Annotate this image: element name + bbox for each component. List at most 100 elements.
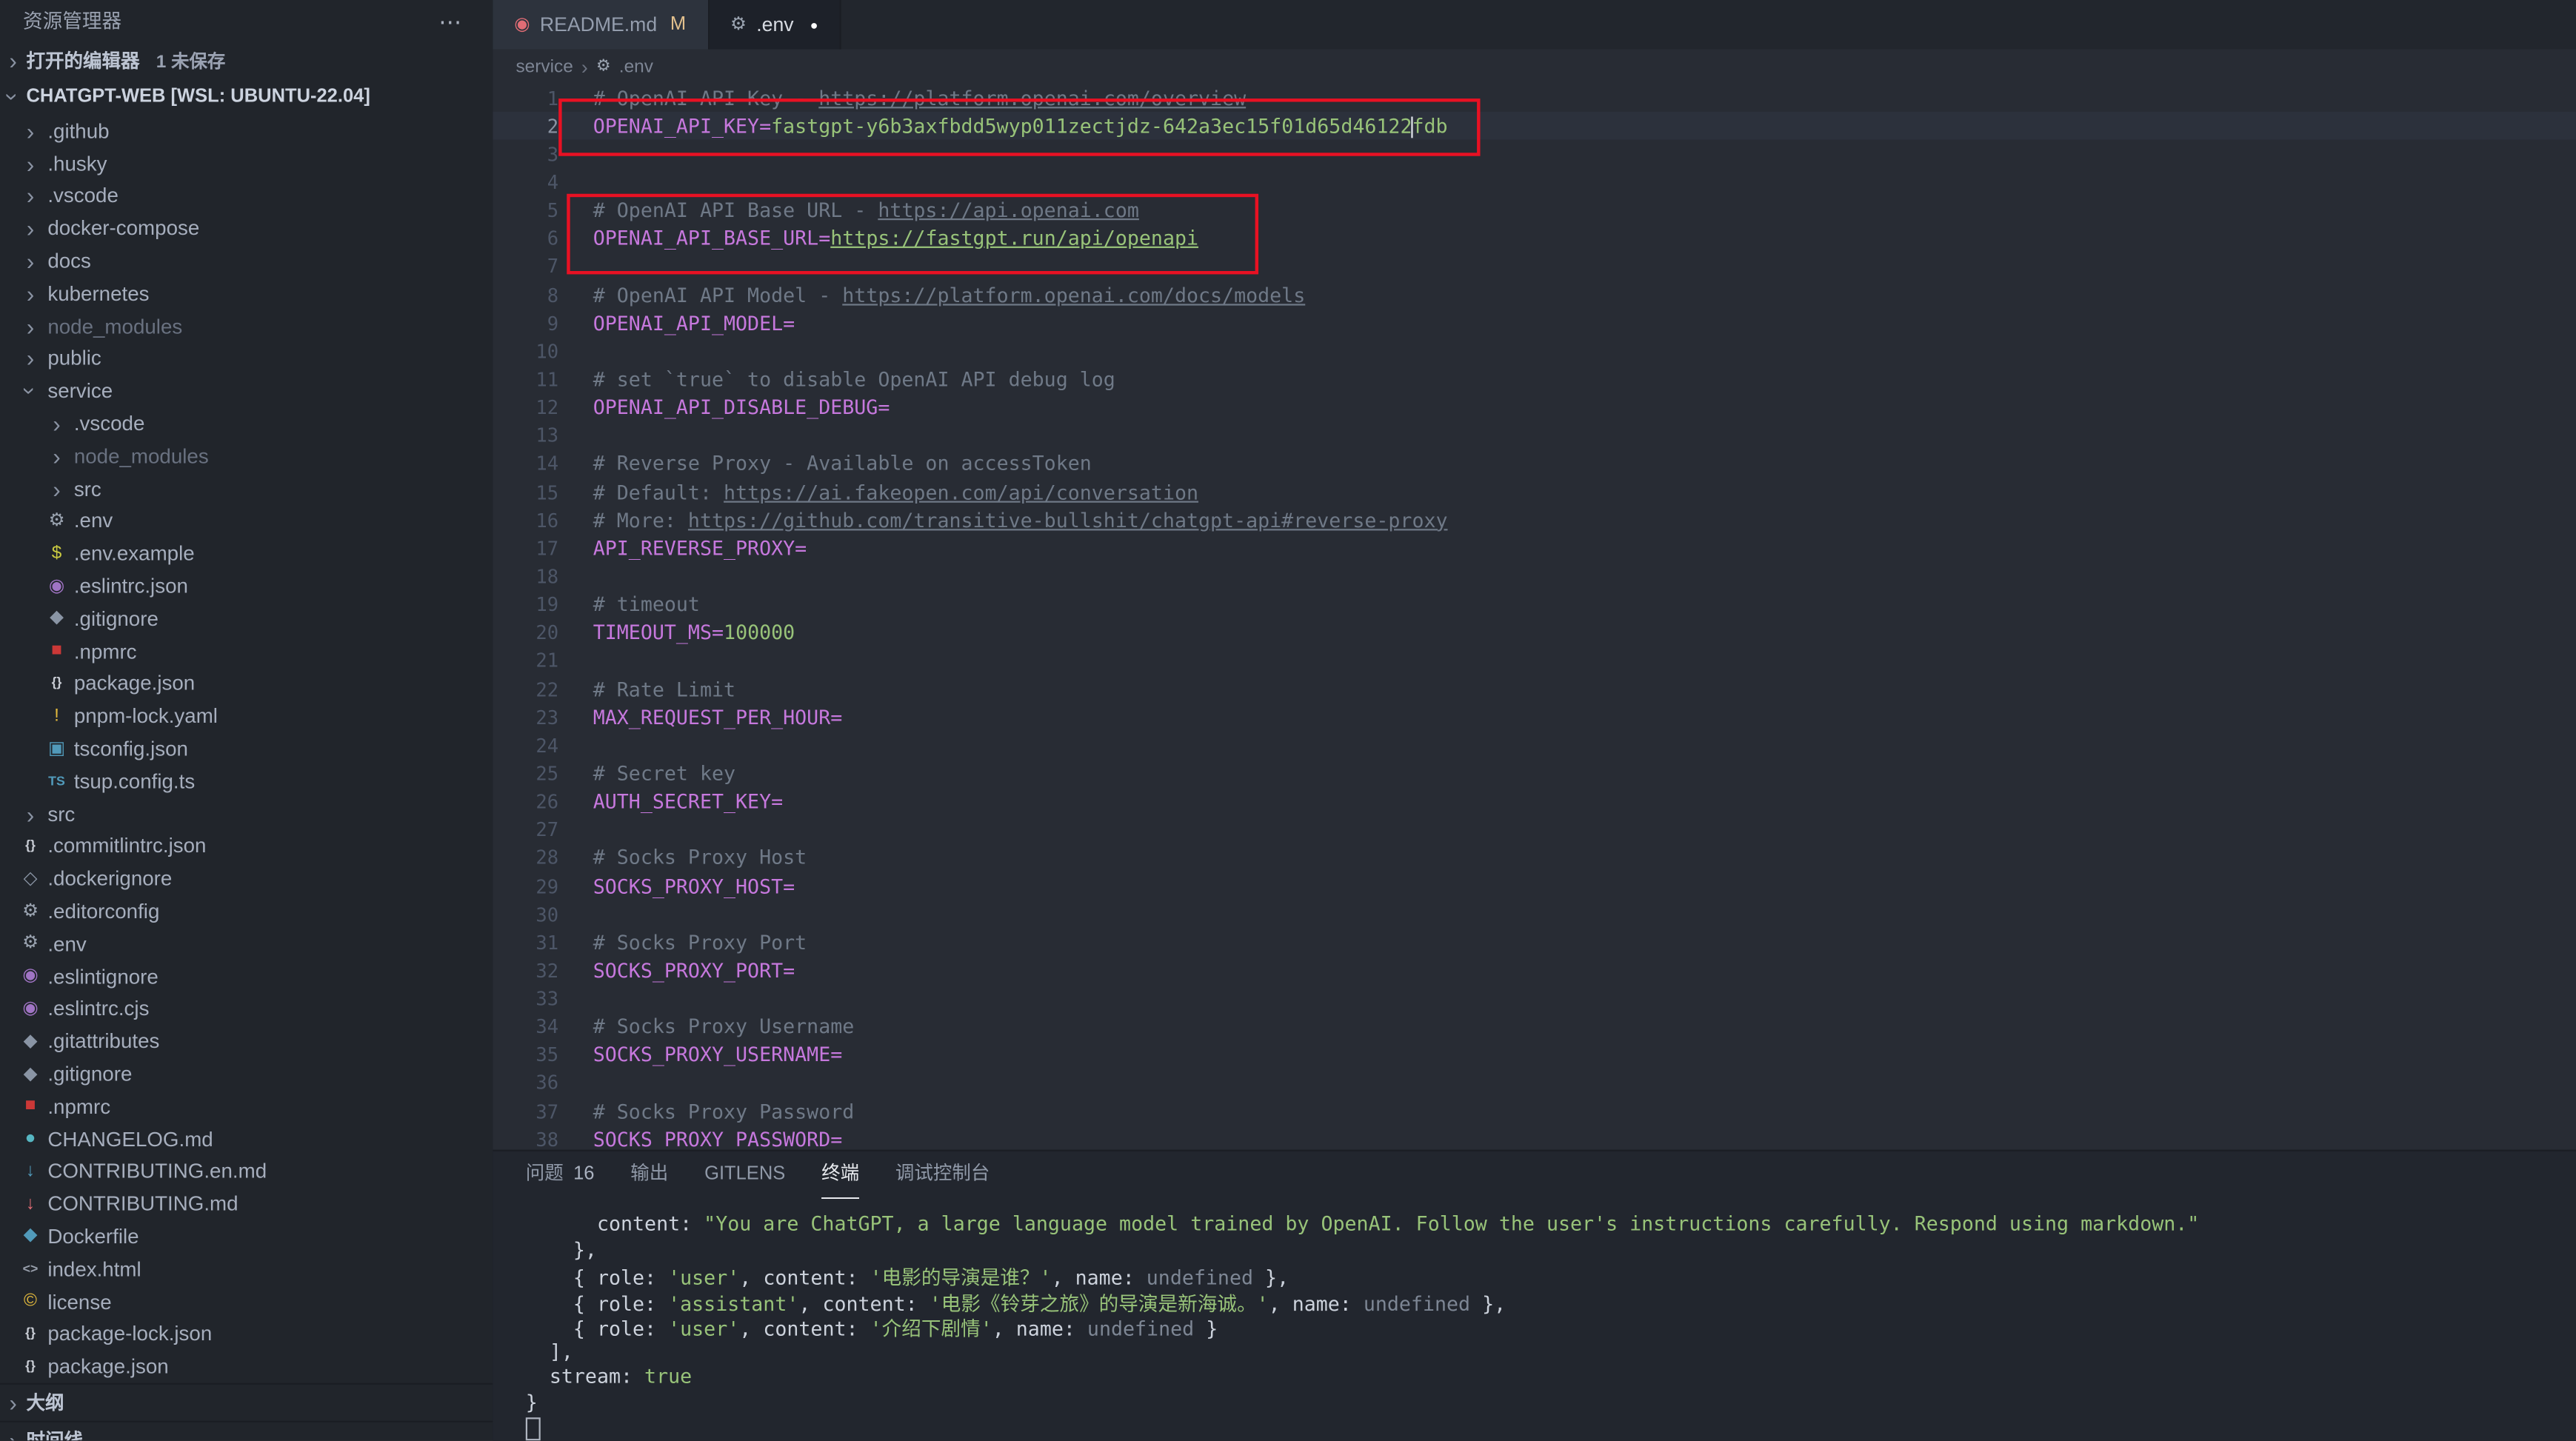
panel-tab-调试控制台[interactable]: 调试控制台 [895,1151,990,1199]
code-line-10[interactable]: 10 [493,337,2576,365]
tree-item-pnpm-lock.yaml[interactable]: !pnpm-lock.yaml [0,701,493,733]
tree-item-kubernetes[interactable]: ›kubernetes [0,278,493,310]
code-line-11[interactable]: 11# set `true` to disable OpenAI API deb… [493,365,2576,393]
tree-item-CHANGELOG.md[interactable]: ●CHANGELOG.md [0,1123,493,1156]
tree-item-label: node_modules [74,445,209,468]
more-actions-icon[interactable]: ⋯ [438,0,463,43]
tree-item-.npmrc[interactable]: ■.npmrc [0,1091,493,1123]
code-line-6[interactable]: 6OPENAI_API_BASE_URL=https://fastgpt.run… [493,224,2576,253]
code-line-35[interactable]: 35SOCKS_PROXY_USERNAME= [493,1041,2576,1069]
panel-tab-终端[interactable]: 终端 [821,1151,859,1199]
code-line-26[interactable]: 26AUTH_SECRET_KEY= [493,788,2576,816]
code-line-12[interactable]: 12OPENAI_API_DISABLE_DEBUG= [493,393,2576,421]
html-icon: <> [16,1263,44,1276]
open-editors-header[interactable]: › 打开的编辑器 1 未保存 [0,43,493,79]
panel-tab-输出[interactable]: 输出 [630,1151,668,1199]
tree-item-license[interactable]: ©license [0,1285,493,1318]
tree-item-tsup.config.ts[interactable]: TStsup.config.ts [0,765,493,798]
tree-item-.env[interactable]: ⚙.env [0,928,493,960]
tree-item-package.json[interactable]: {}package.json [0,668,493,701]
panel-tab-问题[interactable]: 问题16 [526,1151,595,1199]
code-line-18[interactable]: 18 [493,562,2576,590]
code-line-9[interactable]: 9OPENAI_API_MODEL= [493,309,2576,337]
panel-tab-label: 调试控制台 [895,1151,990,1199]
tree-item-.eslintignore[interactable]: ◉.eslintignore [0,960,493,993]
tree-item-.dockerignore[interactable]: ◇.dockerignore [0,863,493,895]
tree-item-src[interactable]: ›src [0,798,493,830]
tree-item-.vscode[interactable]: ›.vscode [0,180,493,213]
code-line-20[interactable]: 20TIMEOUT_MS=100000 [493,618,2576,646]
code-line-31[interactable]: 31# Socks Proxy Port [493,929,2576,957]
tree-item-.eslintrc.cjs[interactable]: ◉.eslintrc.cjs [0,993,493,1026]
code-line-5[interactable]: 5# OpenAI API Base URL - https://api.ope… [493,196,2576,224]
code-line-28[interactable]: 28# Socks Proxy Host [493,844,2576,872]
code-line-3[interactable]: 3 [493,140,2576,168]
timeline-header[interactable]: › 时间线 [0,1421,493,1441]
tree-item-src[interactable]: ›src [0,472,493,505]
tree-item-.husky[interactable]: ›.husky [0,147,493,180]
code-line-32[interactable]: 32SOCKS_PROXY_PORT= [493,957,2576,985]
breadcrumb-file[interactable]: .env [619,57,653,77]
code-line-22[interactable]: 22# Rate Limit [493,675,2576,703]
code-line-25[interactable]: 25# Secret key [493,760,2576,788]
code-line-2[interactable]: 2OPENAI_API_KEY=fastgpt-y6b3axfbdd5wyp01… [493,112,2576,140]
code-line-29[interactable]: 29SOCKS_PROXY_HOST= [493,872,2576,900]
code-line-1[interactable]: 1# OpenAI API Key - https://platform.ope… [493,84,2576,112]
tree-item-.commitlintrc.json[interactable]: {}.commitlintrc.json [0,830,493,863]
tree-item-CONTRIBUTING.md[interactable]: ↓CONTRIBUTING.md [0,1188,493,1220]
code-line-8[interactable]: 8# OpenAI API Model - https://platform.o… [493,281,2576,309]
code-line-4[interactable]: 4 [493,168,2576,196]
tree-item-label: .gitattributes [47,1030,159,1053]
tree-item-.env.example[interactable]: $.env.example [0,538,493,570]
tree-item-.npmrc[interactable]: ■.npmrc [0,635,493,668]
tree-item-node_modules[interactable]: ›node_modules [0,440,493,472]
tree-item-Dockerfile[interactable]: ◆Dockerfile [0,1220,493,1253]
panel-tab-GITLENS[interactable]: GITLENS [704,1151,785,1199]
tree-item-.eslintrc.json[interactable]: ◉.eslintrc.json [0,570,493,603]
tree-item-.gitignore[interactable]: ◆.gitignore [0,603,493,635]
terminal-output[interactable]: content: "You are ChatGPT, a large langu… [493,1199,2576,1441]
code-line-7[interactable]: 7 [493,253,2576,281]
tree-item-public[interactable]: ›public [0,343,493,375]
code-line-21[interactable]: 21 [493,647,2576,675]
tree-item-docs[interactable]: ›docs [0,245,493,278]
code-line-19[interactable]: 19# timeout [493,590,2576,618]
tree-item-tsconfig.json[interactable]: ▣tsconfig.json [0,733,493,766]
tree-item-package.json[interactable]: {}package.json [0,1351,493,1383]
tree-item-node_modules[interactable]: ›node_modules [0,310,493,343]
tree-item-.env[interactable]: ⚙.env [0,505,493,538]
breadcrumb[interactable]: service › ⚙ .env [493,50,2576,84]
code-line-24[interactable]: 24 [493,732,2576,760]
tree-item-label: CHANGELOG.md [47,1128,213,1151]
code-line-13[interactable]: 13 [493,421,2576,449]
code-line-34[interactable]: 34# Socks Proxy Username [493,1013,2576,1041]
workspace-header[interactable]: › CHATGPT-WEB [WSL: UBUNTU-22.04] [0,78,493,115]
code-line-36[interactable]: 36 [493,1069,2576,1097]
tree-item-package-lock.json[interactable]: {}package-lock.json [0,1318,493,1351]
breadcrumb-folder[interactable]: service [515,57,573,77]
code-line-14[interactable]: 14# Reverse Proxy - Available on accessT… [493,449,2576,478]
code-line-16[interactable]: 16# More: https://github.com/transitive-… [493,506,2576,534]
code-line-27[interactable]: 27 [493,816,2576,844]
tree-item-.gitignore[interactable]: ◆.gitignore [0,1058,493,1091]
terminal-line: ], [526,1340,2576,1365]
code-line-17[interactable]: 17API_REVERSE_PROXY= [493,534,2576,562]
tree-item-.editorconfig[interactable]: ⚙.editorconfig [0,895,493,928]
tree-item-service[interactable]: ›service [0,375,493,408]
code-line-38[interactable]: 38SOCKS_PROXY_PASSWORD= [493,1126,2576,1150]
tab-.env[interactable]: ⚙.env● [709,0,841,50]
tree-item-.vscode[interactable]: ›.vscode [0,407,493,440]
tree-item-.gitattributes[interactable]: ◆.gitattributes [0,1026,493,1058]
code-line-30[interactable]: 30 [493,900,2576,929]
tab-README.md[interactable]: ◉README.mdM [493,0,709,50]
tree-item-docker-compose[interactable]: ›docker-compose [0,213,493,245]
code-editor[interactable]: 1# OpenAI API Key - https://platform.ope… [493,84,2576,1150]
tree-item-index.html[interactable]: <>index.html [0,1253,493,1285]
tree-item-CONTRIBUTING.en.md[interactable]: ↓CONTRIBUTING.en.md [0,1155,493,1188]
code-line-37[interactable]: 37# Socks Proxy Password [493,1097,2576,1126]
outline-header[interactable]: › 大纲 [0,1383,493,1421]
tree-item-.github[interactable]: ›.github [0,115,493,147]
code-line-23[interactable]: 23MAX_REQUEST_PER_HOUR= [493,703,2576,732]
code-line-33[interactable]: 33 [493,985,2576,1013]
code-line-15[interactable]: 15# Default: https://ai.fakeopen.com/api… [493,478,2576,506]
